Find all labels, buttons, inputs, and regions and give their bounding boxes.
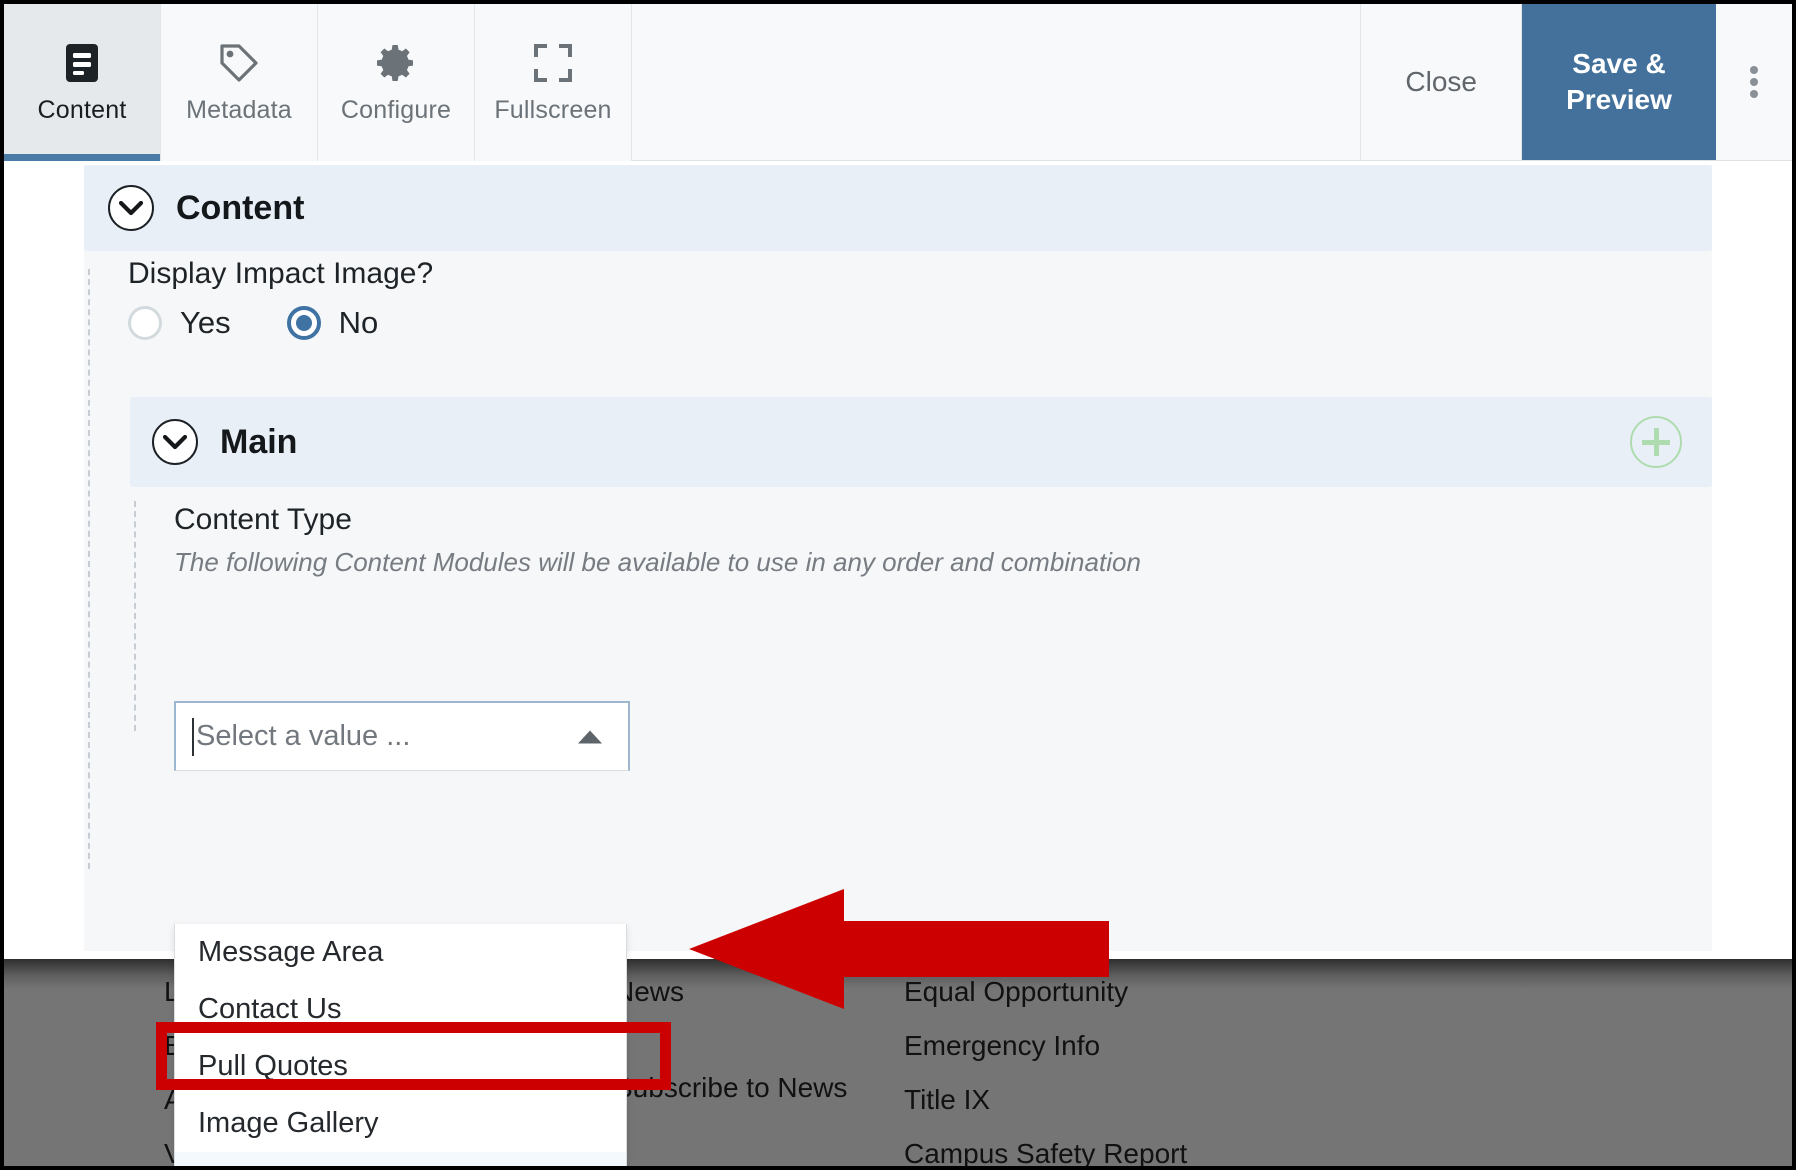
radio-label-no: No <box>338 305 379 340</box>
kebab-menu-icon <box>1750 62 1758 102</box>
plus-circle-icon[interactable] <box>1630 416 1682 468</box>
radio-option-yes[interactable]: Yes <box>128 305 231 341</box>
footer-link-news[interactable]: News <box>614 971 904 1013</box>
dropdown-option-image-gallery[interactable]: Image Gallery <box>175 1095 626 1152</box>
dropdown-option-message-area[interactable]: Message Area <box>175 924 626 981</box>
editor-window: Content Metadata Configure Fullscreen Cl… <box>0 0 1796 1170</box>
tab-content-label: Content <box>37 96 127 124</box>
document-icon <box>65 40 99 86</box>
save-and-preview-button[interactable]: Save & Preview <box>1522 4 1716 160</box>
content-type-help: The following Content Modules will be av… <box>174 547 1141 577</box>
tab-configure-label: Configure <box>340 96 452 124</box>
dropdown-option-pull-quotes[interactable]: Pull Quotes <box>175 1038 626 1095</box>
tab-content[interactable]: Content <box>4 4 161 161</box>
section-title-main: Main <box>220 422 298 461</box>
dropdown-option-contact-us[interactable]: Contact Us <box>175 981 626 1038</box>
tab-metadata-label: Metadata <box>186 96 292 124</box>
impact-image-radio-group: Yes No <box>128 305 378 341</box>
footer-link-title-ix[interactable]: Title IX <box>904 1079 1254 1121</box>
gear-icon <box>375 40 417 86</box>
footer-link-campus-safety-report[interactable]: Campus Safety Report <box>904 1133 1254 1166</box>
content-type-label: Content Type <box>174 503 352 536</box>
guide-line-outer <box>88 269 90 869</box>
radio-label-yes: Yes <box>180 305 231 340</box>
tag-icon <box>218 40 260 86</box>
section-title-content: Content <box>176 188 305 227</box>
content-type-select[interactable]: Select a value ... <box>174 701 630 771</box>
footer-column-2: News Subscribe to News <box>614 959 904 1166</box>
impact-image-label: Display Impact Image? <box>128 257 434 290</box>
section-header-main[interactable]: Main <box>130 397 1712 487</box>
section-header-content[interactable]: Content <box>84 165 1712 251</box>
dropdown-option-photo-and-description[interactable]: Photo and Description <box>175 1152 626 1166</box>
editor-toolbar: Content Metadata Configure Fullscreen Cl… <box>4 4 1792 161</box>
text-cursor <box>192 717 194 756</box>
radio-mark-no[interactable] <box>286 306 321 340</box>
chevron-down-icon[interactable] <box>108 185 154 231</box>
tab-fullscreen-label: Fullscreen <box>494 96 612 124</box>
radio-option-no[interactable]: No <box>286 305 379 341</box>
form-body: Content Display Impact Image? Yes No Mai… <box>4 161 1792 1166</box>
radio-mark-yes[interactable] <box>128 306 162 340</box>
tab-configure[interactable]: Configure <box>318 4 475 161</box>
footer-link-equal-opportunity[interactable]: Equal Opportunity <box>904 971 1254 1013</box>
content-type-dropdown[interactable]: Message Area Contact Us Pull Quotes Imag… <box>174 924 627 1166</box>
footer-link-subscribe-to-news[interactable]: Subscribe to News <box>614 1067 904 1109</box>
chevron-up-icon[interactable] <box>578 730 602 743</box>
guide-line-inner <box>134 501 136 731</box>
tab-fullscreen[interactable]: Fullscreen <box>475 4 632 161</box>
content-type-placeholder: Select a value ... <box>196 720 411 752</box>
more-options-button[interactable] <box>1716 4 1792 160</box>
footer-column-3: Equal Opportunity Emergency Info Title I… <box>904 959 1254 1166</box>
fullscreen-icon <box>533 40 573 86</box>
toolbar-spacer <box>632 4 1362 160</box>
close-button[interactable]: Close <box>1361 4 1522 160</box>
chevron-down-icon[interactable] <box>152 419 198 465</box>
footer-link-emergency-info[interactable]: Emergency Info <box>904 1025 1254 1067</box>
tab-metadata[interactable]: Metadata <box>161 4 318 161</box>
content-panel: Content Display Impact Image? Yes No Mai… <box>84 165 1712 960</box>
